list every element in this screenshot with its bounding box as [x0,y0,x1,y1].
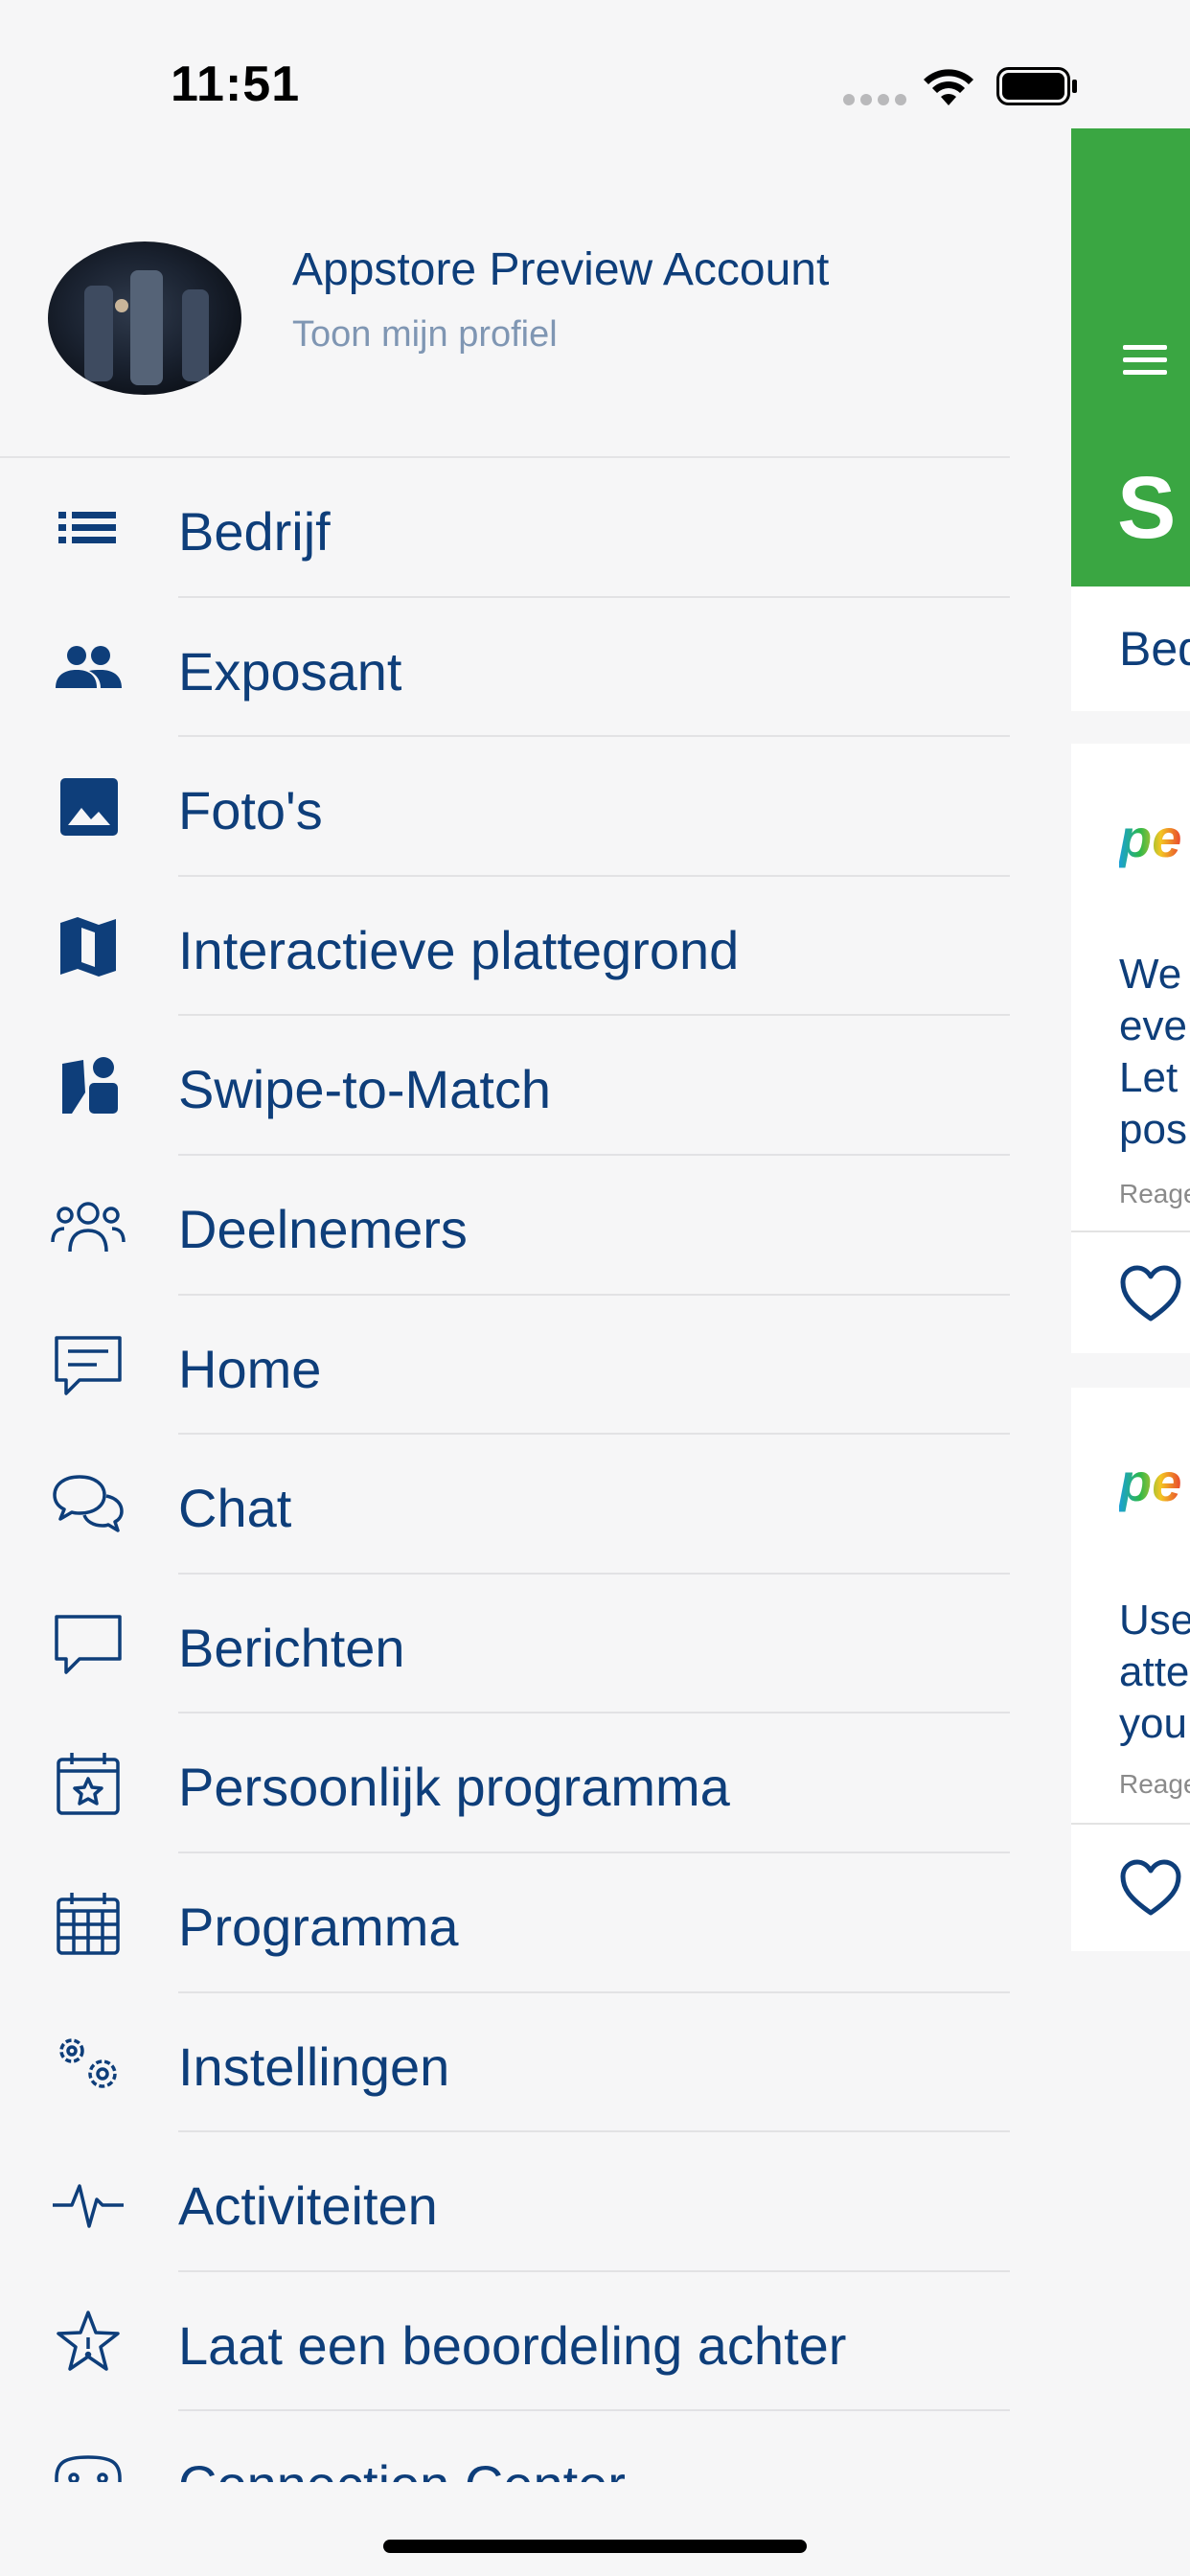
star-icon [48,2310,128,2374]
menu-item-label: Deelnemers [178,1198,468,1259]
post-logo: pe [1119,808,1182,868]
post-text-line: you [1119,1700,1187,1747]
hamburger-menu-icon[interactable] [1123,345,1167,378]
like-heart-icon[interactable] [1119,1859,1182,1917]
post-text-line: even [1119,1002,1190,1049]
menu-item-instellingen[interactable]: Instellingen [0,1993,1071,2133]
battery-icon [996,67,1077,105]
divider [1071,1230,1190,1232]
menu-item-label: Swipe-to-Match [178,1059,552,1120]
status-bar: 11:51 [0,0,1190,125]
calendar-star-icon [48,1752,128,1816]
menu-item-persoonlijk-programma[interactable]: Persoonlijk programma [0,1714,1071,1853]
image-icon [48,775,128,839]
gears-icon [48,2032,128,2095]
navigation-drawer: Appstore Preview Account Toon mijn profi… [0,0,1071,2576]
menu-item-label: Persoonlijk programma [178,1757,730,1818]
menu-item-label: Exposant [178,640,402,702]
avatar[interactable] [48,242,241,395]
app-header-title: S [1117,459,1177,557]
like-heart-icon[interactable] [1119,1265,1182,1322]
profile-header[interactable]: Appstore Preview Account Toon mijn profi… [0,230,1071,456]
menu-item-label: Foto's [178,780,323,841]
drawer-menu: Bedrijf Exposant Foto's Interactieve pla… [0,458,1071,2482]
post-text-line: atte [1119,1648,1190,1695]
connection-icon [48,2450,128,2482]
menu-item-berichten[interactable]: Berichten [0,1575,1071,1714]
list-icon [48,496,128,560]
post-text-line: pos [1119,1106,1187,1153]
menu-item-label: Connection Center [178,2453,626,2482]
swipe-cards-icon [48,1054,128,1117]
post-text-line: Let [1119,1054,1179,1101]
menu-item-label: Instellingen [178,2036,450,2097]
post-meta: Reage [1119,1769,1190,1799]
cellular-signal-icon [843,94,906,105]
menu-item-swipe-to-match[interactable]: Swipe-to-Match [0,1016,1071,1156]
menu-item-label: Berichten [178,1617,405,1678]
background-app-screen[interactable]: S Bed pe We even Let pos Reage pe Use at… [1071,0,1190,2576]
app-tab-label[interactable]: Bed [1119,621,1190,677]
activity-pulse-icon [48,2171,128,2234]
map-icon [48,915,128,978]
menu-item-home[interactable]: Home [0,1296,1071,1436]
people-icon [48,636,128,700]
menu-item-label: Programma [178,1896,459,1957]
menu-item-chat[interactable]: Chat [0,1435,1071,1575]
menu-item-programma[interactable]: Programma [0,1853,1071,1993]
menu-item-connection-center[interactable]: Connection Center [0,2411,1071,2482]
home-indicator[interactable] [383,2540,807,2553]
post-logo: pe [1119,1452,1182,1512]
post-text-line: Use [1119,1597,1190,1644]
menu-item-label: Bedrijf [178,501,331,562]
view-profile-link[interactable]: Toon mijn profiel [292,314,558,356]
menu-item-label: Chat [178,1478,292,1539]
menu-item-label: Interactieve plattegrond [178,919,740,980]
post-meta: Reage [1119,1179,1190,1208]
status-time: 11:51 [171,57,301,112]
wifi-icon [924,69,973,105]
chat-bubbles-icon [48,1473,128,1536]
menu-item-label: Activiteiten [178,2175,438,2237]
menu-item-laat-een-beoordeling-achter[interactable]: Laat een beoordeling achter [0,2272,1071,2412]
post-text-line: We [1119,951,1182,998]
menu-item-label: Laat een beoordeling achter [178,2314,847,2376]
menu-item-bedrijf[interactable]: Bedrijf [0,458,1071,598]
menu-item-activiteiten[interactable]: Activiteiten [0,2132,1071,2272]
menu-item-interactieve-plattegrond[interactable]: Interactieve plattegrond [0,877,1071,1017]
menu-item-label: Home [178,1338,322,1399]
menu-item-fotos[interactable]: Foto's [0,737,1071,877]
message-square-icon [48,1334,128,1397]
menu-item-exposant[interactable]: Exposant [0,598,1071,738]
divider [1071,1823,1190,1825]
profile-name: Appstore Preview Account [292,244,830,295]
participants-icon [48,1194,128,1257]
calendar-grid-icon [48,1892,128,1955]
app-header: S [1071,128,1190,586]
menu-item-deelnemers[interactable]: Deelnemers [0,1156,1071,1296]
speech-bubble-icon [48,1613,128,1676]
